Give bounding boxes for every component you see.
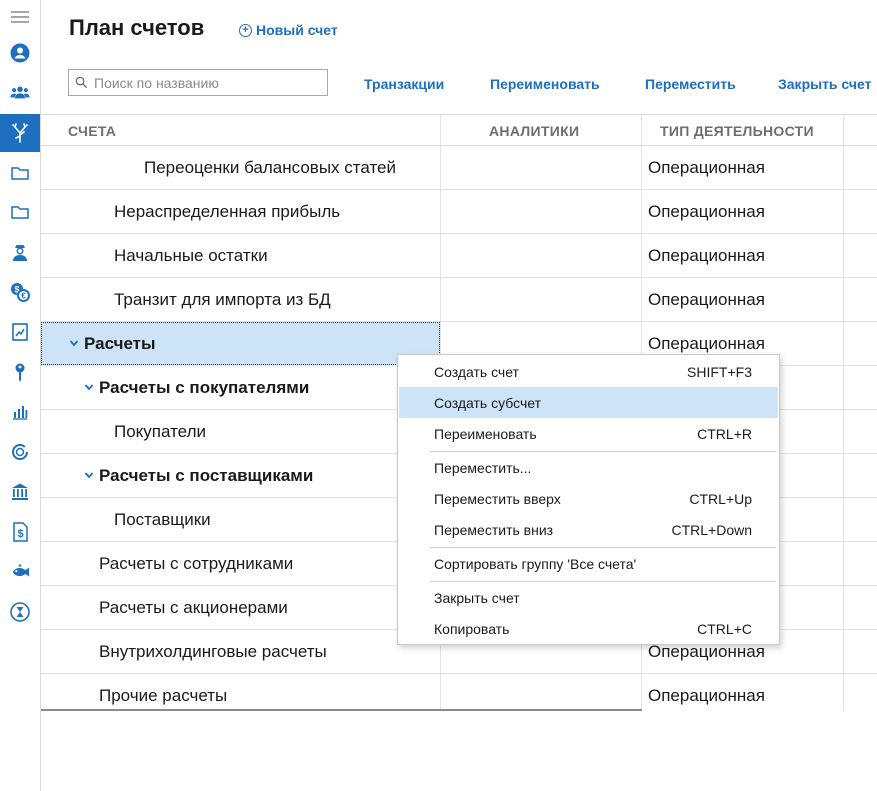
table-row[interactable]: Переоценки балансовых статей Операционна…	[41, 146, 877, 190]
menu-item-move-up[interactable]: Переместить вверх CTRL+Up	[399, 483, 778, 514]
svg-text:$: $	[17, 528, 23, 540]
fish-icon[interactable]	[0, 554, 40, 590]
folder-icon[interactable]	[0, 194, 40, 230]
rename-button[interactable]: Переименовать	[490, 76, 600, 92]
page-title: План счетов	[69, 15, 205, 40]
menu-item-shortcut: CTRL+Up	[689, 491, 752, 507]
menu-item-shortcut: CTRL+Down	[671, 522, 752, 538]
key-icon[interactable]	[0, 354, 40, 390]
account-name: Транзит для импорта из БД	[114, 290, 331, 309]
table-row[interactable]: Начальные остатки Операционная	[41, 234, 877, 278]
account-name: Покупатели	[114, 422, 206, 441]
context-menu: Создать счет SHIFT+F3 Создать субсчет Пе…	[397, 354, 780, 645]
menu-item-label: Переименовать	[434, 426, 537, 442]
account-name: Прочие расчеты	[99, 686, 228, 705]
chevron-down-icon[interactable]	[83, 381, 95, 393]
table-row[interactable]: Нераспределенная прибыль Операционная	[41, 190, 877, 234]
activity-type: Операционная	[648, 202, 765, 221]
menu-item-rename[interactable]: Переименовать CTRL+R	[399, 418, 778, 449]
activity-type: Операционная	[648, 246, 765, 265]
table-header: СЧЕТА АНАЛИТИКИ ТИП ДЕЯТЕЛЬНОСТИ	[41, 114, 877, 146]
account-name: Расчеты с сотрудниками	[99, 554, 294, 573]
plus-circle-icon: +	[239, 23, 252, 37]
account-name: Начальные остатки	[114, 246, 268, 265]
menu-item-sort-group[interactable]: Сортировать группу 'Все счета'	[399, 548, 778, 579]
activity-type: Операционная	[648, 686, 765, 705]
bank-icon[interactable]	[0, 474, 40, 510]
menu-item-label: Создать счет	[434, 364, 519, 380]
menu-icon[interactable]	[0, 4, 40, 30]
menu-item-copy[interactable]: Копировать CTRL+C	[399, 613, 778, 644]
activity-type: Операционная	[648, 290, 765, 309]
new-account-label: Новый счет	[256, 22, 338, 38]
svg-text:€: €	[21, 292, 26, 301]
account-name: Расчеты с акционерами	[99, 598, 288, 617]
account-name: Поставщики	[114, 510, 211, 529]
users-icon[interactable]	[0, 74, 40, 110]
hourglass-icon[interactable]	[0, 594, 40, 630]
account-name: Переоценки балансовых статей	[144, 158, 396, 177]
new-account-button[interactable]: + Новый счет	[239, 22, 338, 38]
search-input[interactable]	[94, 74, 314, 91]
menu-item-label: Переместить...	[434, 460, 532, 476]
menu-item-shortcut: SHIFT+F3	[687, 364, 752, 380]
menu-item-label: Копировать	[434, 621, 510, 637]
menu-item-label: Создать субсчет	[434, 395, 541, 411]
activity-type: Операционная	[648, 158, 765, 177]
column-header-analytics[interactable]: АНАЛИТИКИ	[489, 123, 579, 139]
close-account-button[interactable]: Закрыть счет	[778, 76, 871, 92]
report-icon[interactable]	[0, 314, 40, 350]
user-icon[interactable]	[0, 35, 40, 71]
bar-chart-icon[interactable]	[0, 394, 40, 430]
menu-item-create-subaccount[interactable]: Создать субсчет	[399, 387, 778, 418]
account-name: Расчеты с поставщиками	[99, 466, 314, 485]
transactions-button[interactable]: Транзакции	[364, 76, 444, 92]
operator-icon[interactable]	[0, 234, 40, 270]
activity-type: Операционная	[648, 642, 765, 661]
menu-item-shortcut: CTRL+R	[697, 426, 752, 442]
chevron-down-icon[interactable]	[83, 469, 95, 481]
table-bottom-border	[41, 709, 642, 711]
activity-type: Операционная	[648, 334, 765, 353]
table-row[interactable]: Транзит для импорта из БД Операционная	[41, 278, 877, 322]
column-header-activity-type[interactable]: ТИП ДЕЯТЕЛЬНОСТИ	[660, 123, 814, 139]
column-header-accounts[interactable]: СЧЕТА	[68, 123, 116, 139]
dollar-doc-icon[interactable]: $	[0, 514, 40, 550]
menu-item-label: Сортировать группу 'Все счета'	[434, 556, 637, 572]
table-row[interactable]: Прочие расчеты Операционная	[41, 674, 877, 718]
menu-item-create-account[interactable]: Создать счет SHIFT+F3	[399, 356, 778, 387]
left-sidebar: $ € $	[0, 0, 41, 791]
menu-item-move-down[interactable]: Переместить вниз CTRL+Down	[399, 514, 778, 545]
account-name: Расчеты с покупателями	[99, 378, 310, 397]
menu-item-label: Переместить вверх	[434, 491, 561, 507]
chevron-down-icon[interactable]	[68, 337, 80, 349]
search-box[interactable]	[68, 69, 328, 96]
currency-exchange-icon[interactable]: $ €	[0, 274, 40, 310]
menu-item-label: Закрыть счет	[434, 590, 520, 606]
account-name: Расчеты	[84, 334, 156, 353]
tree-icon[interactable]	[0, 114, 40, 152]
menu-item-label: Переместить вниз	[434, 522, 554, 538]
move-button[interactable]: Переместить	[645, 76, 736, 92]
menu-item-move[interactable]: Переместить...	[399, 452, 778, 483]
cycle-icon[interactable]	[0, 434, 40, 470]
search-icon	[75, 76, 88, 89]
folder-icon[interactable]	[0, 155, 40, 191]
menu-item-close-account[interactable]: Закрыть счет	[399, 582, 778, 613]
account-name: Нераспределенная прибыль	[114, 202, 341, 221]
account-name: Внутрихолдинговые расчеты	[99, 642, 327, 661]
menu-item-shortcut: CTRL+C	[697, 621, 752, 637]
